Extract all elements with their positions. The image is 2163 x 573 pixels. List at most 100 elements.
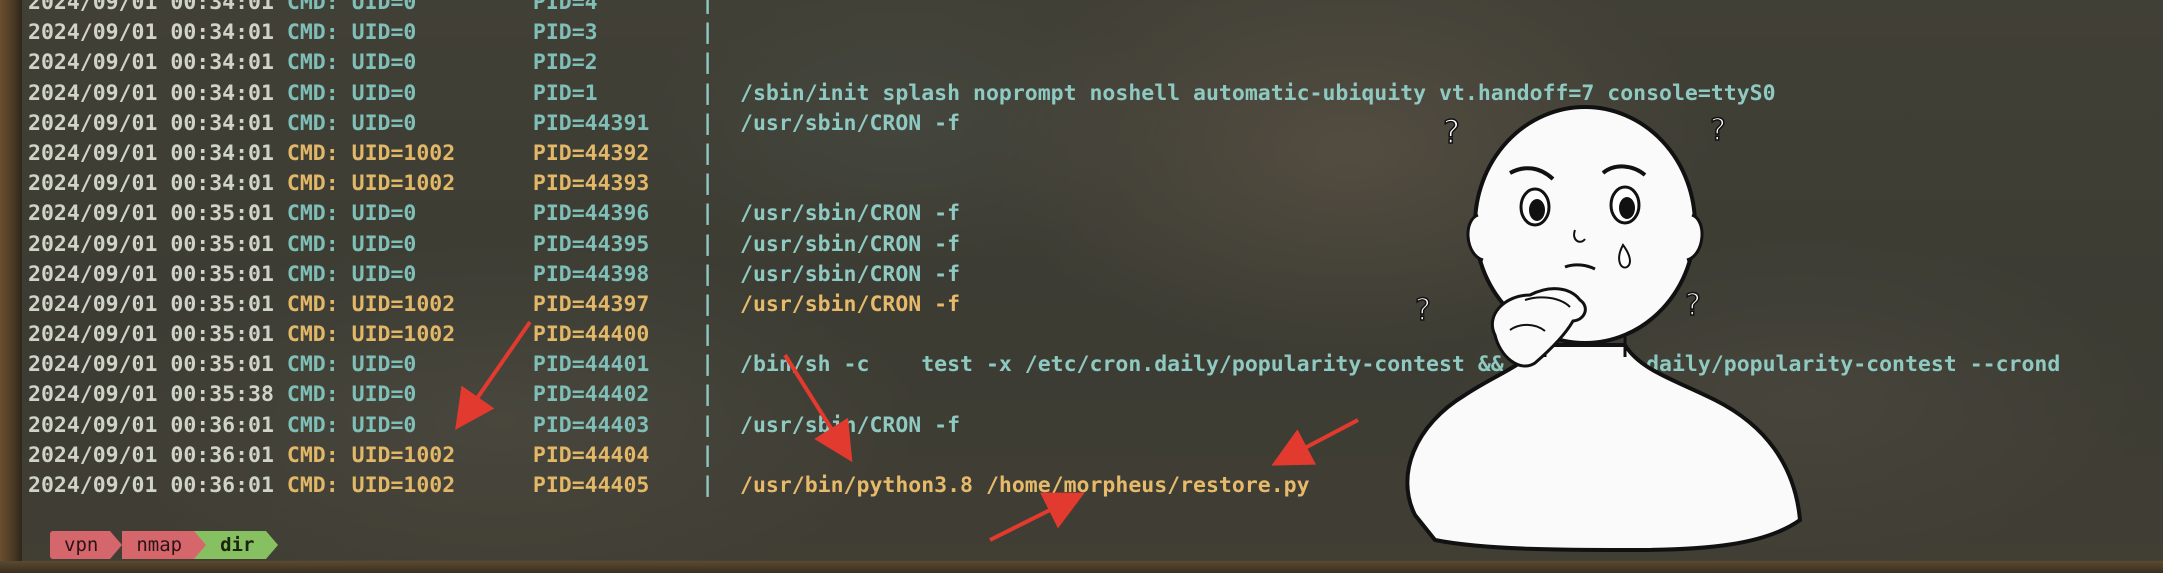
log-uid: UID=0 [351,0,456,15]
log-separator: | [701,0,715,15]
log-cmd-label: CMD: [286,171,339,197]
log-pid: PID=2 [532,50,650,76]
log-cmd-label: CMD: [286,382,339,408]
log-cmd-label: CMD: [286,442,339,468]
log-timestamp: 2024/09/01 00:34:01 [28,50,274,76]
log-pid: PID=1 [532,80,650,106]
log-uid: UID=0 [351,201,456,227]
prompt-segment-vpn: vpn [50,531,111,559]
log-separator: | [701,261,715,287]
log-pid: PID=44398 [532,261,650,287]
log-cmd-label: CMD: [286,291,339,317]
log-timestamp: 2024/09/01 00:35:01 [28,261,274,287]
log-timestamp: 2024/09/01 00:34:01 [28,171,274,197]
log-cmd-label: CMD: [286,231,339,257]
log-uid: UID=1002 [351,291,456,317]
log-uid: UID=0 [351,231,456,257]
log-uid: UID=0 [351,261,456,287]
log-timestamp: 2024/09/01 00:35:01 [28,231,274,257]
log-cmdline: /usr/sbin/CRON -f [740,110,961,136]
log-timestamp: 2024/09/01 00:36:01 [28,473,274,498]
svg-text:?: ? [1415,293,1431,328]
log-pid: PID=44395 [532,231,650,257]
window-bottom-edge [0,561,2163,573]
log-line: 2024/09/01 00:34:01 CMD: UID=0 PID=2 | [28,48,2060,78]
log-timestamp: 2024/09/01 00:36:01 [28,412,274,438]
confused-thinking-meme-icon: ? ? ? ? [1405,105,1803,553]
log-timestamp: 2024/09/01 00:35:01 [28,201,274,227]
prompt-separator-icon [110,531,123,559]
prompt-separator-icon [194,531,207,559]
log-separator: | [701,201,715,227]
window-left-edge [0,0,22,573]
log-uid: UID=0 [351,50,456,76]
svg-text:?: ? [1685,288,1701,323]
log-line: 2024/09/01 00:34:01 CMD: UID=0 PID=3 | [28,18,2060,48]
log-pid: PID=44405 [532,473,650,498]
log-separator: | [701,140,715,166]
log-separator: | [701,20,715,46]
log-timestamp: 2024/09/01 00:35:01 [28,322,274,348]
log-uid: UID=0 [351,20,456,46]
log-pid: PID=44392 [532,140,650,166]
log-timestamp: 2024/09/01 00:34:01 [28,80,274,106]
log-cmd-label: CMD: [286,80,339,106]
log-pid: PID=44396 [532,201,650,227]
log-pid: PID=44393 [532,171,650,197]
log-timestamp: 2024/09/01 00:34:01 [28,20,274,46]
log-uid: UID=0 [351,110,456,136]
log-separator: | [701,473,715,498]
log-cmd-label: CMD: [286,0,339,15]
log-separator: | [701,412,715,438]
log-separator: | [701,50,715,76]
log-separator: | [701,171,715,197]
log-uid: UID=1002 [351,140,456,166]
log-pid: PID=4 [532,0,650,15]
terminal-window[interactable]: 2024/09/01 00:34:01 CMD: UID=0 PID=4 | 2… [22,0,2163,560]
log-cmdline: /usr/sbin/CRON -f [740,261,961,287]
log-pid: PID=44401 [532,352,650,378]
log-cmd-label: CMD: [286,322,339,348]
log-pid: PID=44403 [532,412,650,438]
log-separator: | [701,80,715,106]
log-separator: | [701,231,715,257]
log-timestamp: 2024/09/01 00:34:01 [28,140,274,166]
log-cmdline: /usr/bin/python3.8 /home/morpheus/restor… [740,473,1310,498]
log-cmd-label: CMD: [286,110,339,136]
log-pid: PID=3 [532,20,650,46]
log-uid: UID=1002 [351,322,456,348]
log-pid: PID=44400 [532,322,650,348]
log-uid: UID=1002 [351,442,456,468]
log-uid: UID=0 [351,382,456,408]
log-cmd-label: CMD: [286,201,339,227]
log-cmd-label: CMD: [286,473,339,498]
log-cmdline: /usr/sbin/CRON -f [740,291,961,317]
log-timestamp: 2024/09/01 00:35:01 [28,291,274,317]
log-separator: | [701,442,715,468]
log-cmd-label: CMD: [286,50,339,76]
log-pid: PID=44402 [532,382,650,408]
log-timestamp: 2024/09/01 00:34:01 [28,110,274,136]
log-cmd-label: CMD: [286,261,339,287]
log-cmd-label: CMD: [286,20,339,46]
log-cmd-label: CMD: [286,352,339,378]
prompt-end-icon [266,531,279,559]
log-timestamp: 2024/09/01 00:34:01 [28,0,274,15]
log-timestamp: 2024/09/01 00:35:38 [28,382,274,408]
log-pid: PID=44404 [532,442,650,468]
log-cmd-label: CMD: [286,412,339,438]
shell-prompt: vpn nmap dir [50,531,279,559]
log-separator: | [701,322,715,348]
svg-text:?: ? [1443,113,1460,151]
log-separator: | [701,110,715,136]
prompt-segment-nmap: nmap [122,531,195,559]
log-line: 2024/09/01 00:34:01 CMD: UID=0 PID=4 | [28,0,2060,18]
log-separator: | [701,382,715,408]
log-uid: UID=1002 [351,473,456,498]
log-cmdline: /usr/sbin/CRON -f [740,412,961,438]
svg-text:?: ? [1710,113,1726,148]
log-uid: UID=0 [351,80,456,106]
log-cmdline: /usr/sbin/CRON -f [740,201,961,227]
prompt-segment-dir: dir [206,531,267,559]
log-timestamp: 2024/09/01 00:35:01 [28,352,274,378]
